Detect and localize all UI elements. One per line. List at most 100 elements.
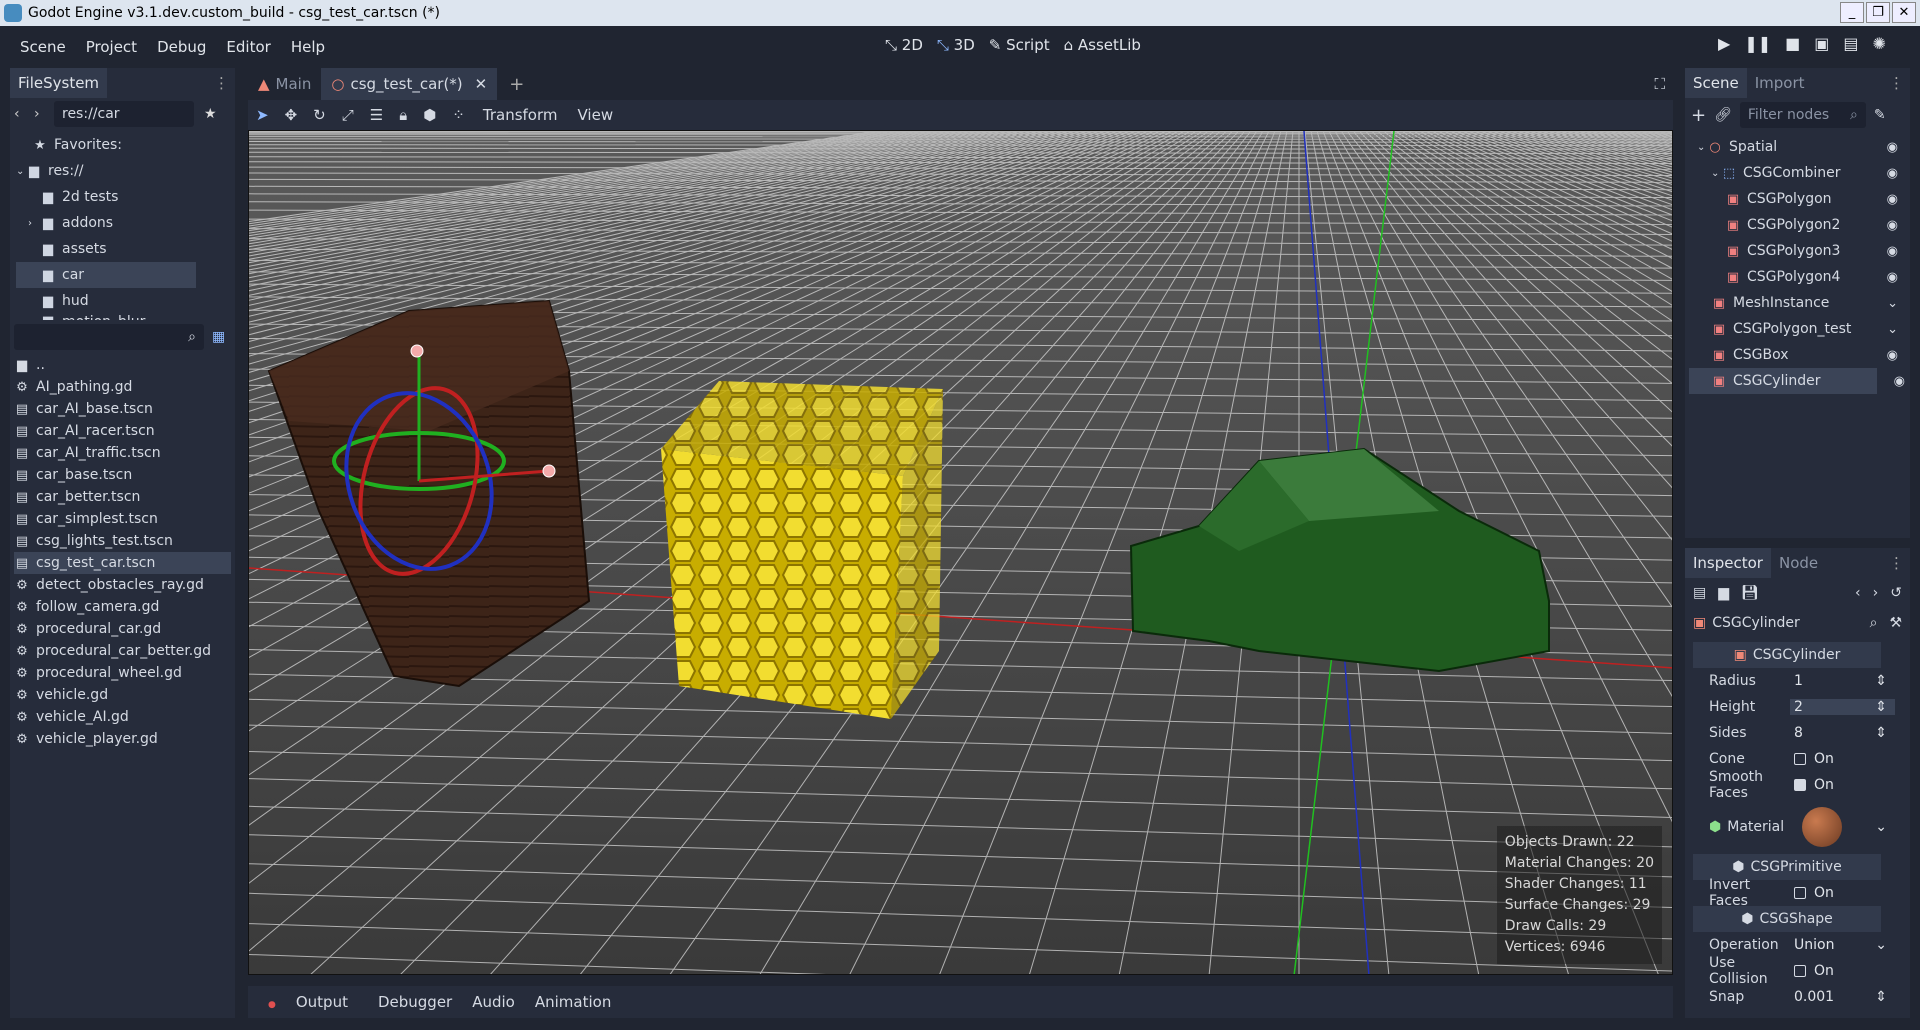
distraction-free-icon[interactable]: ⛶ xyxy=(1654,75,1665,93)
file-item[interactable]: ⚙ AI_pathing.gd xyxy=(14,376,231,398)
stop-icon[interactable]: ■ xyxy=(1785,34,1800,53)
tab-import[interactable]: Import xyxy=(1747,68,1813,98)
operation-dropdown[interactable]: Union ⌄ xyxy=(1790,937,1895,953)
play-icon[interactable]: ▶ xyxy=(1718,34,1730,53)
visibility-eye-icon[interactable]: ◉ xyxy=(1887,270,1898,285)
collapse-icon[interactable]: ⌄ xyxy=(1887,322,1898,337)
path-field[interactable]: res://car xyxy=(54,101,194,127)
file-item[interactable]: ⚙ follow_camera.gd xyxy=(14,596,231,618)
link-icon[interactable]: 🔗︎ xyxy=(1714,107,1732,123)
new-resource-icon[interactable]: ▤ xyxy=(1693,585,1706,601)
close-tab-icon[interactable]: ✕ xyxy=(475,75,488,93)
tree-folder-2d-tests[interactable]: ▆ 2d tests xyxy=(16,184,229,210)
menu-editor[interactable]: Editor xyxy=(216,38,280,56)
file-item[interactable]: ▤ csg_lights_test.tscn xyxy=(14,530,231,552)
pause-icon[interactable]: ❚❚ xyxy=(1744,34,1771,53)
search-icon[interactable]: ⌕ xyxy=(1870,615,1878,631)
mode-3d-button[interactable]: ⤡ 3D xyxy=(937,36,975,54)
mode-assetlib-button[interactable]: ⌂ AssetLib xyxy=(1064,36,1141,54)
radius-spinbox[interactable]: 1 ⇕ xyxy=(1790,673,1895,689)
file-item[interactable]: ⚙ vehicle.gd xyxy=(14,684,231,706)
scene-node-meshinstance[interactable]: ▣ MeshInstance ⌄ xyxy=(1689,290,1906,316)
tab-animation[interactable]: Animation xyxy=(525,993,621,1011)
add-node-icon[interactable]: + xyxy=(1691,105,1706,126)
scale-tool-icon[interactable]: ⤢ xyxy=(334,106,362,124)
file-item[interactable]: ▤ car_base.tscn xyxy=(14,464,231,486)
file-item[interactable]: ⚙ procedural_wheel.gd xyxy=(14,662,231,684)
sides-spinbox[interactable]: 8 ⇕ xyxy=(1790,725,1895,741)
visibility-eye-icon[interactable]: ◉ xyxy=(1887,244,1898,259)
file-item[interactable]: ▆.. xyxy=(14,354,231,376)
mode-2d-button[interactable]: ⤡ 2D xyxy=(885,36,923,54)
tab-inspector[interactable]: Inspector xyxy=(1685,548,1771,578)
back-icon[interactable]: ‹ xyxy=(14,106,34,122)
tab-csg-test-car[interactable]: ○ csg_test_car(*) ✕ xyxy=(321,68,498,100)
file-item[interactable]: ▤ csg_test_car.tscn xyxy=(14,552,231,574)
tab-debugger[interactable]: Debugger xyxy=(368,993,462,1011)
dock-menu-icon[interactable]: ⋮ xyxy=(214,74,229,92)
3d-viewport[interactable]: Objects Drawn: 22 Material Changes: 20 S… xyxy=(248,130,1673,975)
visibility-eye-icon[interactable]: ◉ xyxy=(1887,140,1898,155)
file-item[interactable]: ⚙ vehicle_player.gd xyxy=(14,728,231,750)
script-icon[interactable]: ✎ xyxy=(1874,107,1886,123)
tab-filesystem[interactable]: FileSystem xyxy=(10,68,108,98)
file-item[interactable]: ▤ car_AI_base.tscn xyxy=(14,398,231,420)
file-item[interactable]: ▤ car_AI_racer.tscn xyxy=(14,420,231,442)
tree-folder-assets[interactable]: ▆ assets xyxy=(16,236,229,262)
invert-faces-checkbox[interactable]: On xyxy=(1790,885,1895,901)
transform-menu[interactable]: Transform xyxy=(473,106,568,124)
menu-scene[interactable]: Scene xyxy=(10,38,76,56)
scene-node-spatial[interactable]: ⌄ ○ Spatial ◉ xyxy=(1689,134,1906,160)
local-space-icon[interactable]: ⬢ xyxy=(415,106,444,124)
smooth-faces-checkbox[interactable]: On xyxy=(1790,777,1895,793)
select-tool-icon[interactable]: ➤ xyxy=(248,106,277,124)
play-scene-icon[interactable]: ▣ xyxy=(1814,34,1829,53)
menu-help[interactable]: Help xyxy=(281,38,335,56)
play-custom-scene-icon[interactable]: ▤ xyxy=(1843,34,1858,53)
collapse-icon[interactable]: ⌄ xyxy=(1887,296,1898,311)
minimize-button[interactable]: _ xyxy=(1840,2,1864,23)
height-spinbox[interactable]: 2 ⇕ xyxy=(1790,699,1895,715)
section-csgcylinder[interactable]: ▣ CSGCylinder xyxy=(1693,642,1881,668)
visibility-eye-icon[interactable]: ◉ xyxy=(1887,218,1898,233)
file-item[interactable]: ⚙ procedural_car_better.gd xyxy=(14,640,231,662)
visibility-eye-icon[interactable]: ◉ xyxy=(1887,348,1898,363)
favorite-star-icon[interactable]: ★ xyxy=(204,106,217,122)
grid-view-icon[interactable]: ▦ xyxy=(212,329,225,345)
collapse-icon[interactable]: ⌄ xyxy=(1711,168,1721,179)
forward-icon[interactable]: › xyxy=(34,106,54,122)
scene-node-csgpolygon2[interactable]: ▣ CSGPolygon2 ◉ xyxy=(1689,212,1906,238)
move-tool-icon[interactable]: ✥ xyxy=(277,106,306,124)
rotate-tool-icon[interactable]: ↻ xyxy=(305,106,334,124)
save-icon[interactable]: 💾︎ xyxy=(1741,585,1759,601)
material-picker[interactable]: ⌄ xyxy=(1790,807,1895,847)
tab-main[interactable]: ▲ Main xyxy=(248,75,321,93)
lock-icon[interactable]: 🔒︎ xyxy=(391,106,415,124)
collapse-icon[interactable]: ⌄ xyxy=(1697,142,1707,153)
filter-nodes-input[interactable]: Filter nodes ⌕ xyxy=(1739,102,1866,128)
file-search-input[interactable]: ⌕ xyxy=(14,324,204,350)
close-button[interactable]: ✕ xyxy=(1892,2,1916,23)
file-item[interactable]: ⚙ procedural_car.gd xyxy=(14,618,231,640)
file-item[interactable]: ▤ car_AI_traffic.tscn xyxy=(14,442,231,464)
scene-node-csgcylinder[interactable]: ▣ CSGCylinder ◉ xyxy=(1689,368,1905,394)
file-item[interactable]: ▤ car_simplest.tscn xyxy=(14,508,231,530)
scene-node-csgpolygon-test[interactable]: ▣ CSGPolygon_test ⌄ xyxy=(1689,316,1906,342)
tree-res-root[interactable]: ⌄ ▆ res:// xyxy=(16,158,229,184)
cone-checkbox[interactable]: On xyxy=(1790,751,1895,767)
view-menu[interactable]: View xyxy=(568,106,624,124)
file-item[interactable]: ▤ car_better.tscn xyxy=(14,486,231,508)
tab-audio[interactable]: Audio xyxy=(462,993,525,1011)
scene-node-csgpolygon[interactable]: ▣ CSGPolygon ◉ xyxy=(1689,186,1906,212)
file-item[interactable]: ⚙ detect_obstacles_ray.gd xyxy=(14,574,231,596)
dock-menu-icon[interactable]: ⋮ xyxy=(1889,74,1904,92)
maximize-button[interactable]: ❐ xyxy=(1866,2,1890,23)
snap-spinbox[interactable]: 0.001 ⇕ xyxy=(1790,989,1895,1005)
tree-folder-hud[interactable]: ▆ hud xyxy=(16,288,229,314)
tab-node[interactable]: Node xyxy=(1771,548,1826,578)
section-csgshape[interactable]: ⬢ CSGShape xyxy=(1693,906,1881,932)
tree-favorites[interactable]: ★ Favorites: xyxy=(16,132,229,158)
object-menu-icon[interactable]: ⚒ xyxy=(1889,615,1902,631)
dock-menu-icon[interactable]: ⋮ xyxy=(1889,554,1904,572)
visibility-eye-icon[interactable]: ◉ xyxy=(1894,374,1905,389)
